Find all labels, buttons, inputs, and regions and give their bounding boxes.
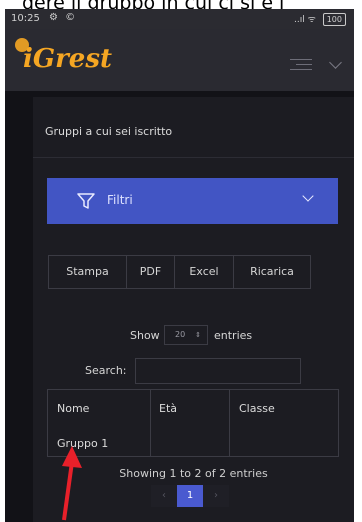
logo-text: iGrest	[23, 44, 112, 74]
filter-label: Filtri	[107, 193, 133, 207]
entries-select[interactable]: 20 ⇕	[164, 325, 208, 345]
groups-table: Nome Età Classe Gruppo 1	[47, 389, 339, 457]
table-cell-nome: Gruppo 1	[57, 437, 109, 450]
card-divider	[33, 157, 354, 158]
pagination: ‹ 1 ›	[151, 485, 229, 507]
header-eta[interactable]: Età	[159, 402, 177, 415]
table-info: Showing 1 to 2 of 2 entries	[119, 467, 268, 480]
pdf-button[interactable]: PDF	[127, 256, 175, 288]
groups-card: Gruppi a cui sei iscritto Filtri Stampa …	[33, 97, 354, 522]
page-1-button[interactable]: 1	[177, 485, 203, 507]
filter-accordion[interactable]: Filtri	[47, 178, 338, 224]
phone-screen: 10:25 ⚙ © ..ıl ᯤ 100 iGrest Gruppi a cui…	[5, 9, 354, 522]
column-divider	[150, 390, 151, 456]
battery-icon: 100	[322, 13, 346, 26]
select-arrows-icon: ⇕	[195, 331, 201, 339]
stampa-button[interactable]: Stampa	[49, 256, 127, 288]
entries-label: entries	[214, 329, 253, 342]
signal-wifi-icon: ..ıl ᯤ	[294, 15, 316, 25]
funnel-icon	[77, 193, 95, 209]
search-label: Search:	[85, 364, 127, 377]
hamburger-menu-icon[interactable]	[290, 59, 312, 73]
status-right: ..ıl ᯤ 100	[294, 12, 346, 26]
next-page-button[interactable]: ›	[203, 485, 229, 507]
logo-sun-icon	[15, 38, 29, 52]
header-nome[interactable]: Nome	[57, 402, 89, 415]
notification-icons: ⚙ ©	[49, 12, 78, 23]
entries-select-value: 20	[175, 330, 186, 339]
status-bar: 10:25 ⚙ © ..ıl ᯤ 100	[5, 9, 354, 29]
status-time: 10:25	[11, 13, 40, 24]
export-buttons: Stampa PDF Excel Ricarica	[48, 255, 311, 289]
card-title: Gruppi a cui sei iscritto	[45, 125, 173, 138]
header-classe[interactable]: Classe	[239, 402, 275, 415]
search-input[interactable]	[135, 358, 301, 384]
show-label: Show	[130, 329, 160, 342]
length-control: Show 20 ⇕ entries	[130, 325, 252, 345]
previous-page-button[interactable]: ‹	[151, 485, 177, 507]
ricarica-button[interactable]: Ricarica	[234, 256, 310, 288]
chevron-down-icon[interactable]	[329, 56, 342, 69]
column-divider	[229, 390, 230, 456]
igrest-logo[interactable]: iGrest	[15, 38, 112, 74]
filter-chevron-icon	[302, 190, 314, 202]
app-header: iGrest	[5, 29, 354, 91]
excel-button[interactable]: Excel	[175, 256, 234, 288]
